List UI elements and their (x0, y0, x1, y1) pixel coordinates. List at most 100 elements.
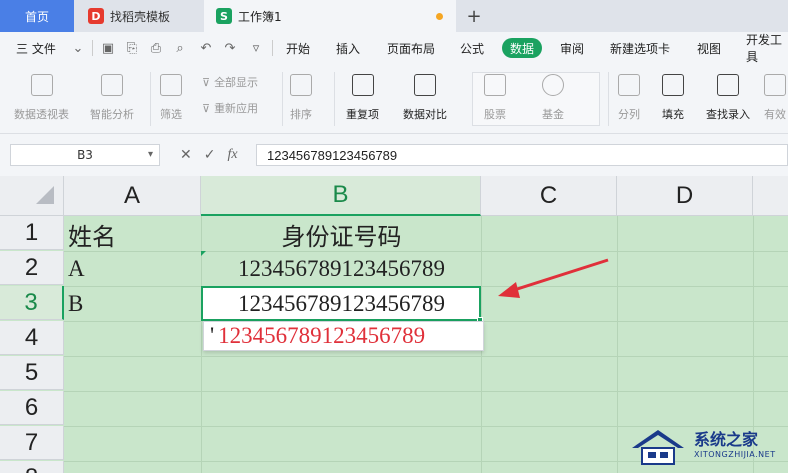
lookup-entry-icon (717, 74, 739, 96)
title-bar: 首页 D 找稻壳模板 S 工作簿1 + (0, 0, 788, 32)
cell-a3[interactable]: B (68, 287, 200, 321)
redo-icon[interactable]: ↷ (222, 40, 238, 56)
watermark: 系统之家 XITONGZHIJIA.NET (628, 418, 788, 473)
filter-clear-icon: ⊽ (202, 75, 211, 89)
row-header-7[interactable]: 7 (0, 426, 64, 460)
chevron-down-icon[interactable]: ▾ (148, 149, 153, 160)
reapply-icon: ⊽ (202, 101, 211, 115)
customize-toolbar-icon[interactable]: ▿ (248, 40, 264, 56)
red-arrow-icon (498, 258, 609, 298)
cell-content-tooltip: ' 123456789123456789 (203, 321, 484, 351)
column-header-e[interactable] (753, 176, 788, 216)
formula-input[interactable]: 123456789123456789 (256, 144, 788, 166)
split-column-icon (618, 74, 640, 96)
docer-logo-icon: D (88, 8, 104, 24)
show-all-button[interactable]: ⊽ 全部显示 (202, 74, 258, 90)
cell-b1[interactable]: 身份证号码 (202, 217, 481, 251)
unsaved-indicator-icon (436, 13, 443, 20)
name-box[interactable]: B3 (10, 144, 160, 166)
ribbon: 数据透视表 智能分析 筛选 ⊽ 全部显示 ⊽ 重新应用 排序 重复项 数据对比 … (0, 64, 788, 134)
divider (608, 72, 609, 126)
pivot-table-button[interactable]: 数据透视表 (14, 70, 69, 122)
menu-insert[interactable]: 插入 (336, 32, 360, 64)
menu-bar: 三 文件 ⌄ ▣ ⎘ ⎙ ⌕ ↶ ↷ ▿ 开始 插入 页面布局 公式 数据 审阅… (0, 32, 788, 64)
row-header-8[interactable]: 8 (0, 461, 64, 473)
tab-template[interactable]: D 找稻壳模板 (76, 0, 202, 32)
row-header-4[interactable]: 4 (0, 321, 64, 355)
print-preview-icon[interactable]: ⌕ (172, 40, 188, 56)
filter-icon (160, 74, 182, 96)
stock-chart-icon (484, 74, 506, 96)
fill-button[interactable]: 填充 (662, 70, 684, 122)
menu-data[interactable]: 数据 (502, 38, 543, 58)
print-icon[interactable]: ⎙ (148, 40, 164, 56)
duplicates-button[interactable]: 重复项 (346, 70, 379, 122)
cell-b2[interactable]: 123456789123456789 (202, 252, 481, 286)
divider (92, 40, 93, 56)
tooltip-prefix: ' (210, 323, 215, 348)
menu-file[interactable]: 三 文件 (16, 32, 56, 64)
menu-formulas[interactable]: 公式 (460, 32, 484, 64)
cell-a1[interactable]: 姓名 (68, 217, 200, 251)
smart-analysis-button[interactable]: 智能分析 (90, 70, 134, 122)
row-header-5[interactable]: 5 (0, 356, 64, 390)
reapply-button[interactable]: ⊽ 重新应用 (202, 100, 258, 116)
tooltip-value: 123456789123456789 (218, 323, 426, 348)
column-header-a[interactable]: A (64, 176, 201, 216)
menu-view[interactable]: 视图 (697, 32, 721, 64)
column-header-b[interactable]: B (201, 176, 481, 216)
menu-start[interactable]: 开始 (286, 32, 310, 64)
save-icon[interactable]: ▣ (100, 40, 116, 56)
row-header-1[interactable]: 1 (0, 216, 64, 250)
divider (282, 72, 283, 126)
split-column-button[interactable]: 分列 (618, 70, 640, 122)
menu-review[interactable]: 审阅 (560, 32, 584, 64)
divider (334, 72, 335, 126)
data-compare-icon (414, 74, 436, 96)
menu-page-layout[interactable]: 页面布局 (387, 32, 435, 64)
validity-icon (764, 74, 786, 96)
tab-workbook-label: 工作簿1 (238, 9, 282, 24)
duplicates-icon (351, 74, 374, 96)
data-compare-button[interactable]: 数据对比 (403, 70, 447, 122)
tab-home[interactable]: 首页 (0, 0, 74, 32)
row-header-6[interactable]: 6 (0, 391, 64, 425)
function-icon[interactable]: fx (227, 147, 237, 163)
tab-template-label: 找稻壳模板 (110, 9, 171, 24)
fill-down-icon (662, 74, 684, 96)
column-header-d[interactable]: D (617, 176, 753, 216)
menu-new-tab[interactable]: 新建选项卡 (610, 32, 670, 64)
chevron-down-icon[interactable]: ⌄ (70, 40, 86, 56)
gridline (64, 391, 788, 392)
validity-button[interactable]: 有效 (764, 70, 786, 122)
menu-developer[interactable]: 开发工具 (746, 32, 788, 64)
lookup-entry-button[interactable]: 查找录入 (706, 70, 750, 122)
smart-analysis-icon (101, 74, 123, 96)
fund-button[interactable]: 基金 (542, 70, 564, 122)
row-header-3[interactable]: 3 (0, 286, 64, 320)
house-logo-icon (632, 430, 684, 465)
gridline (64, 356, 788, 357)
cell-a2[interactable]: A (68, 252, 200, 286)
sort-icon (290, 74, 312, 96)
confirm-icon[interactable]: ✓ (204, 147, 216, 163)
tab-workbook[interactable]: S 工作簿1 (204, 0, 456, 32)
watermark-subtitle: XITONGZHIJIA.NET (694, 450, 776, 459)
sort-button[interactable]: 排序 (290, 70, 312, 122)
pivot-table-icon (30, 74, 53, 96)
new-tab-button[interactable]: + (462, 0, 486, 32)
cell-b3[interactable]: 123456789123456789 (202, 287, 481, 321)
column-header-c[interactable]: C (481, 176, 617, 216)
filter-button[interactable]: 筛选 (160, 70, 182, 122)
yen-icon (542, 74, 564, 96)
cancel-icon[interactable]: ✕ (180, 147, 192, 163)
divider (150, 72, 151, 126)
formula-actions: ✕ ✓ fx (180, 144, 238, 166)
stock-button[interactable]: 股票 (484, 70, 506, 122)
export-pdf-icon[interactable]: ⎘ (124, 40, 140, 56)
watermark-title: 系统之家 (694, 430, 759, 449)
undo-icon[interactable]: ↶ (198, 40, 214, 56)
row-header-2[interactable]: 2 (0, 251, 64, 285)
spreadsheet-logo-icon: S (216, 8, 232, 24)
select-all-corner[interactable] (0, 176, 64, 216)
